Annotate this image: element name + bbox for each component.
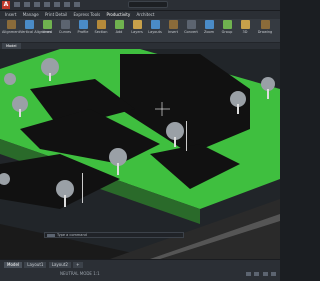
menu-architect[interactable]: Architect — [137, 11, 155, 19]
share-icon[interactable] — [74, 2, 80, 7]
tool-layers[interactable]: Layers — [128, 20, 146, 34]
3d-scene — [0, 49, 280, 259]
tool-profile[interactable]: Profile — [74, 20, 92, 34]
tool-convert[interactable]: Convert — [182, 20, 200, 34]
tool-vertical-alignment[interactable]: Vertical Alignment — [20, 20, 52, 34]
group-icon — [222, 20, 232, 29]
lines-icon — [42, 20, 52, 29]
layers-icon — [132, 20, 142, 29]
menu-express-tools[interactable]: Express Tools — [73, 11, 100, 19]
settings-icon[interactable] — [271, 272, 276, 276]
command-placeholder: Type a command — [57, 233, 87, 237]
tool-insert[interactable]: Insert — [164, 20, 182, 34]
tool-section[interactable]: Section — [92, 20, 110, 34]
vertical-alignment-icon — [24, 20, 34, 29]
insert-icon — [168, 20, 178, 29]
tab-layout1[interactable]: Layout1 — [24, 262, 47, 268]
ortho-icon[interactable] — [262, 272, 268, 276]
add-icon — [114, 20, 124, 29]
save-as-icon[interactable] — [44, 2, 50, 7]
tool-layouts[interactable]: Layouts — [146, 20, 164, 34]
tool-add[interactable]: Add — [110, 20, 128, 34]
add-layout-button[interactable]: + — [73, 262, 83, 268]
zoom-icon — [204, 20, 214, 29]
tool-group[interactable]: Group — [218, 20, 236, 34]
tool-zoom[interactable]: Zoom — [200, 20, 218, 34]
tab-layout2[interactable]: Layout2 — [48, 262, 71, 268]
drawing-icon — [260, 20, 270, 29]
convert-icon — [186, 20, 196, 29]
tree — [4, 73, 16, 85]
tool-lines[interactable]: Lines — [38, 20, 56, 34]
status-tools — [244, 271, 276, 276]
alignment-icon — [6, 20, 16, 29]
title-bar: A — [0, 0, 280, 17]
cube-icon — [240, 20, 250, 29]
curves-icon — [60, 20, 70, 29]
menu-bar: Insert Manage Print Detail Express Tools… — [0, 11, 280, 20]
menu-manage[interactable]: Manage — [23, 11, 39, 19]
save-icon[interactable] — [34, 2, 40, 7]
search-box[interactable] — [128, 1, 168, 8]
status-bar: Model Layout1 Layout2 + NEUTRAL MODE 1:1 — [0, 259, 280, 281]
app-logo[interactable]: A — [2, 1, 10, 9]
light-pole — [82, 173, 83, 203]
command-line[interactable]: Type a command — [44, 232, 184, 238]
tool-3d[interactable]: 3D — [236, 20, 254, 34]
status-mode: NEUTRAL MODE 1:1 — [60, 271, 100, 276]
section-icon — [96, 20, 106, 29]
snap-icon[interactable] — [254, 272, 260, 276]
tab-model-layout[interactable]: Model — [4, 262, 23, 268]
new-file-icon[interactable] — [14, 2, 20, 7]
tool-curves[interactable]: Curves — [56, 20, 74, 34]
open-file-icon[interactable] — [24, 2, 30, 7]
ribbon: Alignment Vertical Alignment Lines Curve… — [0, 19, 280, 43]
layout-tabs: Model Layout1 Layout2 + — [4, 262, 84, 268]
undo-icon[interactable] — [54, 2, 60, 7]
app-window: A Insert Manage Print Detail Express Too… — [0, 0, 280, 281]
drawing-viewport[interactable] — [0, 49, 280, 259]
tool-drawing[interactable]: Drawing — [256, 20, 274, 34]
layouts-icon — [150, 20, 160, 29]
grid-icon[interactable] — [246, 272, 252, 276]
profile-icon — [78, 20, 88, 29]
light-pole — [186, 121, 187, 151]
tool-alignment[interactable]: Alignment — [2, 20, 20, 34]
menu-print-detail[interactable]: Print Detail — [45, 11, 67, 19]
command-icon — [47, 234, 55, 237]
redo-icon[interactable] — [64, 2, 70, 7]
menu-insert[interactable]: Insert — [5, 11, 16, 19]
